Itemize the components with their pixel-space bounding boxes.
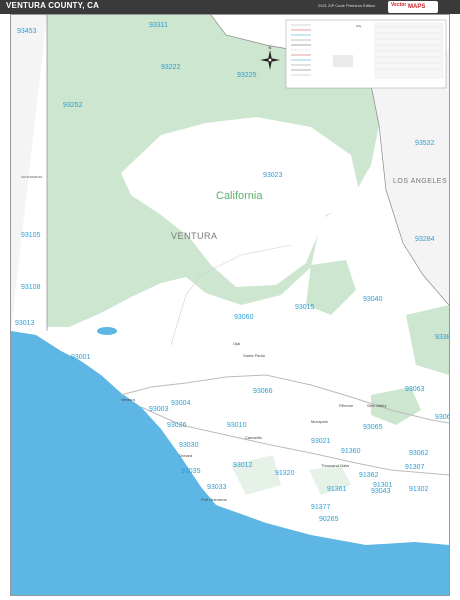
map-title: VENTURA COUNTY, CA — [6, 1, 100, 10]
city-simi-valley: Simi Valley — [367, 403, 387, 408]
zip-93252: 93252 — [63, 102, 83, 109]
zip-93453: 93453 — [17, 28, 37, 35]
map-page: VENTURA COUNTY, CA 2021 ZIP Code Premium… — [0, 0, 460, 600]
zip-93064: 93064 — [435, 414, 449, 421]
map-legend: City — [285, 19, 447, 89]
zip-93012: 93012 — [233, 462, 253, 469]
zip-91307: 91307 — [405, 464, 425, 471]
zip-93108: 93108 — [21, 284, 41, 291]
city-ojai: Ojai — [233, 341, 240, 346]
forest-label: California — [216, 190, 263, 202]
logo-line1: Vector — [391, 2, 407, 8]
zip-91377: 91377 — [311, 504, 331, 511]
zip-93010: 93010 — [227, 422, 247, 429]
zip-93013: 93013 — [15, 320, 35, 327]
zip-93040: 93040 — [363, 296, 383, 303]
city-santa-paula: Santa Paula — [243, 353, 266, 358]
zip-93060: 93060 — [234, 314, 254, 321]
city-moorpark: Moorpark — [311, 419, 328, 424]
zip-91360: 91360 — [341, 448, 361, 455]
map-frame[interactable]: 93453 93311 93222 93225 93252 93532 9302… — [10, 14, 450, 596]
zip-93030: 93030 — [179, 442, 199, 449]
zip-91361: 91361 — [327, 486, 347, 493]
zip-93036: 93036 — [167, 422, 187, 429]
zip-91302: 91302 — [409, 486, 429, 493]
zip-93065: 93065 — [363, 424, 383, 431]
zip-93105: 93105 — [21, 232, 41, 239]
zip-93062: 93062 — [409, 450, 429, 457]
zip-93225: 93225 — [237, 72, 257, 79]
city-camarillo: Camarillo — [245, 435, 263, 440]
city-thousand-oaks: Thousand Oaks — [321, 463, 349, 468]
zip-93021: 93021 — [311, 438, 331, 445]
zip-90265: 90265 — [319, 516, 339, 523]
city-oxnard: Oxnard — [179, 453, 192, 458]
legend-city: City — [356, 24, 362, 28]
zip-93381: 93381 — [435, 334, 449, 341]
zip-93015: 93015 — [295, 304, 315, 311]
zip-93023: 93023 — [263, 172, 283, 179]
zip-93033: 93033 — [207, 484, 227, 491]
zip-93035: 93035 — [181, 468, 201, 475]
santa-barbara-label: SANTA BARBARA — [21, 175, 43, 179]
svg-text:N: N — [269, 45, 272, 50]
zip-93001: 93001 — [71, 354, 91, 361]
zip-93043: 93043 — [371, 488, 391, 495]
city-fillmore: Fillmore — [339, 403, 354, 408]
vector-maps-logo: Vector MAPS — [388, 1, 438, 13]
zip-93066: 93066 — [253, 388, 273, 395]
zip-93003: 93003 — [149, 406, 169, 413]
zip-93311: 93311 — [149, 22, 168, 29]
zip-93532: 93532 — [415, 140, 435, 147]
city-port-hueneme: Port Hueneme — [201, 497, 228, 502]
zip-91320: 91320 — [275, 470, 295, 477]
map-canvas[interactable]: 93453 93311 93222 93225 93252 93532 9302… — [11, 15, 449, 595]
map-header: VENTURA COUNTY, CA 2021 ZIP Code Premium… — [0, 0, 460, 14]
county-label: VENTURA — [171, 231, 218, 241]
zip-93222: 93222 — [161, 64, 181, 71]
city-ventura: Ventura — [121, 397, 136, 402]
zip-93063: 93063 — [405, 386, 425, 393]
map-edition: 2021 ZIP Code Premium Edition — [318, 3, 376, 8]
zip-91362: 91362 — [359, 472, 379, 479]
zip-93284: 93284 — [415, 236, 435, 243]
zip-93004: 93004 — [171, 400, 191, 407]
neighbor-county-label: LOS ANGELES — [393, 178, 447, 185]
lake-casitas — [97, 327, 117, 335]
zip-91301: 91301 — [373, 482, 393, 489]
logo-line2: MAPS — [408, 4, 426, 10]
